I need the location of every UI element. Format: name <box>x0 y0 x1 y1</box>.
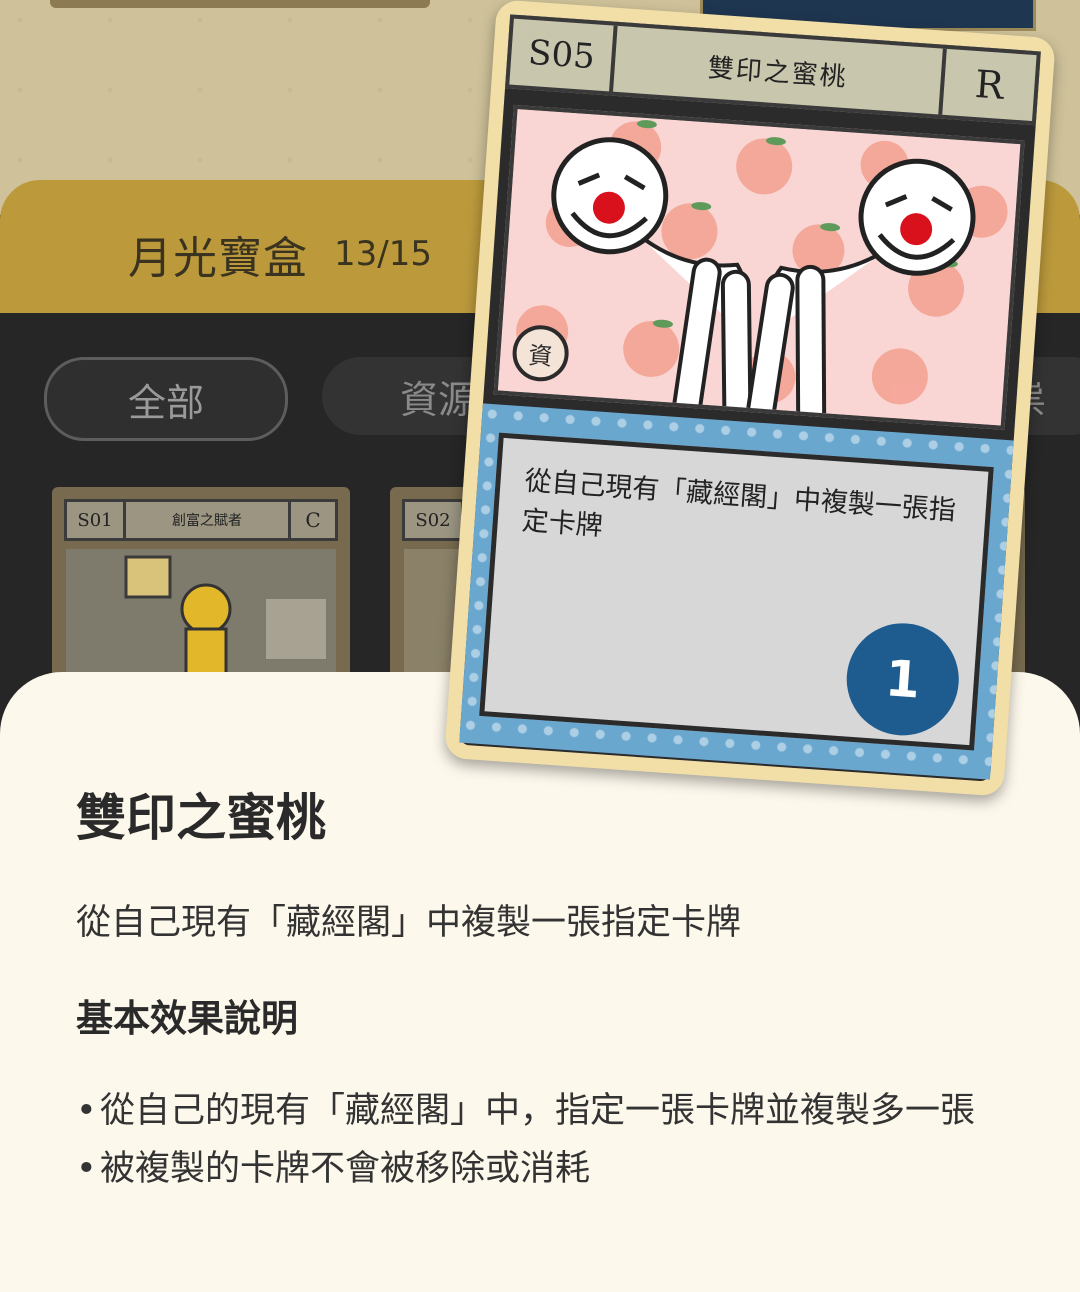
effect-item-text: 從自己的現有「藏經閣」中，指定一張卡牌並複製多一張 <box>100 1091 976 1131</box>
effect-list: •從自己的現有「藏經閣」中，指定一張卡牌並複製多一張 •被複製的卡牌不會被移除或… <box>76 1082 1006 1198</box>
card-rarity: R <box>938 48 1037 121</box>
card-detail-title: 雙印之蜜桃 <box>76 789 326 847</box>
grid-card-art <box>66 549 336 687</box>
grid-card-rarity: C <box>288 502 335 538</box>
card-art: 資 <box>493 104 1025 430</box>
grid-card-name: 創富之賦者 <box>172 513 242 529</box>
grid-card-code: S01 <box>67 502 126 538</box>
bullet-icon: • <box>76 1149 97 1189</box>
grid-card-code: S02 <box>405 502 464 538</box>
banner-edge-left <box>50 0 430 8</box>
card-art-image <box>497 109 1021 426</box>
effect-section-title: 基本效果說明 <box>76 997 298 1040</box>
featured-card[interactable]: S05 雙印之蜜桃 R 資 從自己現有「藏經閣」中複製一張指定卡牌 1 <box>444 0 1056 797</box>
collection-title: 月光寶盒 <box>128 233 308 284</box>
card-frame: S05 雙印之蜜桃 R 資 從自己現有「藏經閣」中複製一張指定卡牌 1 <box>444 0 1056 797</box>
effect-item: •從自己的現有「藏經閣」中，指定一張卡牌並複製多一張 <box>76 1082 1006 1140</box>
collection-count: 13/15 <box>334 234 432 274</box>
bullet-icon: • <box>76 1091 97 1131</box>
grid-card-s01[interactable]: S01 創富之賦者 C <box>52 487 350 687</box>
effect-item: •被複製的卡牌不會被移除或消耗 <box>76 1140 1006 1198</box>
card-code: S05 <box>509 18 618 92</box>
grid-card-art-image <box>66 549 336 687</box>
effect-item-text: 被複製的卡牌不會被移除或消耗 <box>100 1149 591 1189</box>
filter-tab-all[interactable]: 全部 <box>44 357 288 441</box>
card-detail-description: 從自己現有「藏經閣」中複製一張指定卡牌 <box>76 903 742 943</box>
grid-card-header: S01 創富之賦者 C <box>64 499 338 541</box>
